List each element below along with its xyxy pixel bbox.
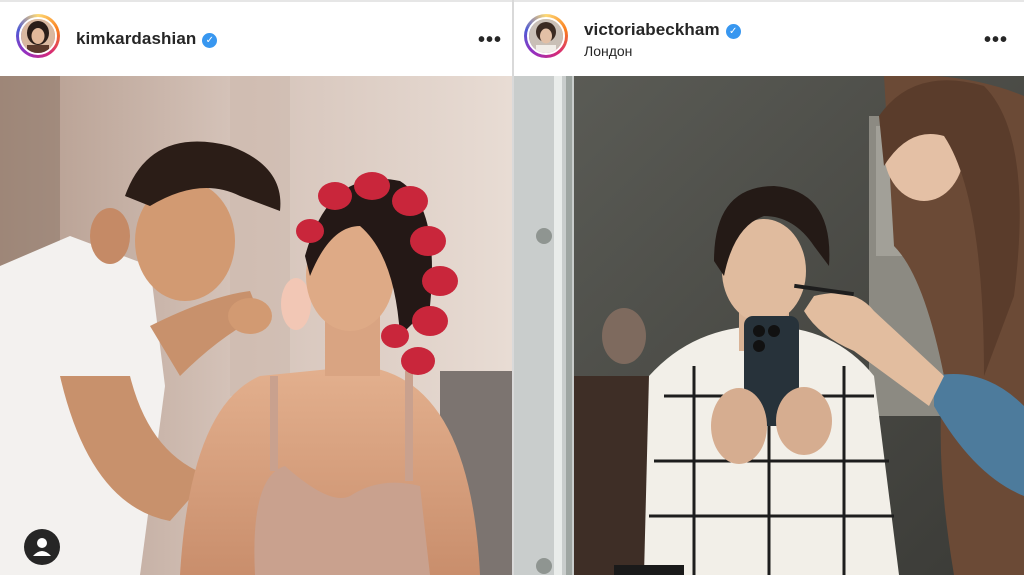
avatar[interactable] [524, 14, 568, 58]
post-photo[interactable] [514, 76, 1024, 575]
avatar-image [527, 17, 565, 55]
username-row[interactable]: victoriabeckham ✓ [584, 20, 741, 40]
user-tags-icon[interactable] [24, 529, 60, 565]
more-options-icon[interactable]: ••• [984, 30, 1008, 50]
post-header: victoriabeckham ✓ Лондон ••• [514, 2, 1024, 76]
verified-badge-icon: ✓ [202, 33, 218, 48]
post-card-victoriabeckham: victoriabeckham ✓ Лондон ••• [514, 0, 1024, 575]
username[interactable]: victoriabeckham [584, 20, 720, 39]
post-photo[interactable] [0, 76, 512, 575]
verified-badge-icon: ✓ [725, 24, 741, 39]
avatar-image [19, 17, 57, 55]
username[interactable]: kimkardashian [76, 29, 196, 48]
more-options-icon[interactable]: ••• [478, 30, 502, 50]
post-card-kimkardashian: kimkardashian ✓ ••• [0, 0, 512, 575]
avatar[interactable] [16, 14, 60, 58]
username-row[interactable]: kimkardashian ✓ [76, 29, 218, 49]
post-location[interactable]: Лондон [584, 43, 632, 59]
post-header: kimkardashian ✓ ••• [0, 2, 512, 76]
